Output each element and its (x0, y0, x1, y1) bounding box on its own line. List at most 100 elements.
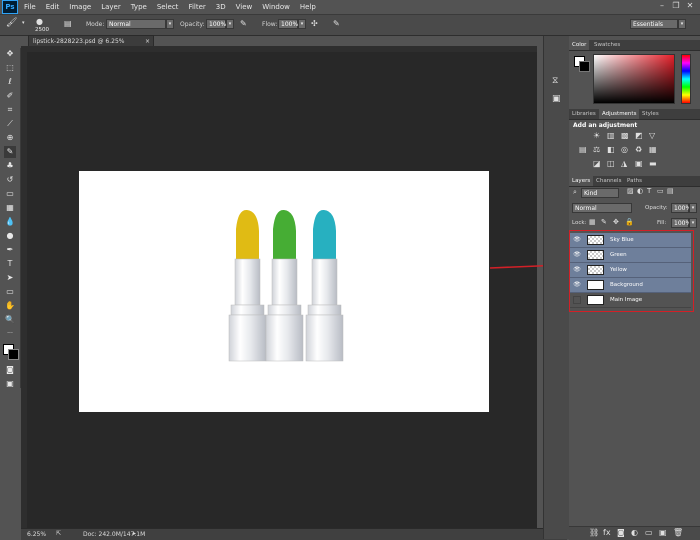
pressure-opacity-icon[interactable]: ✎ (240, 19, 247, 28)
hue-slider[interactable] (681, 54, 691, 104)
restore-icon[interactable]: ❐ (670, 0, 682, 12)
visibility-eye-icon[interactable]: 👁 (573, 281, 581, 289)
lock-transparent-icon[interactable]: ▦ (589, 218, 596, 226)
tab-swatches[interactable]: Swatches (591, 40, 623, 50)
fill-dropdown-icon[interactable]: ▾ (689, 218, 697, 228)
brush-tool-active-icon[interactable]: ✎ (4, 146, 16, 158)
tab-channels[interactable]: Channels (593, 176, 624, 186)
flow-dropdown-icon[interactable]: ▾ (298, 19, 306, 29)
quick-select-tool-icon[interactable]: ✐ (4, 90, 16, 102)
lock-position-icon[interactable]: ✥ (613, 218, 619, 226)
layer-row-green[interactable]: 👁 Green (570, 248, 691, 263)
threshold-icon[interactable]: ◮ (621, 159, 627, 168)
layer-style-icon[interactable]: fx (603, 528, 611, 537)
history-panel-icon[interactable]: ⧖ (552, 76, 558, 86)
menu-file[interactable]: File (24, 3, 36, 11)
workspace-dropdown-icon[interactable]: ▾ (678, 19, 686, 29)
brush-size[interactable]: 2500 (35, 27, 49, 33)
crop-tool-icon[interactable]: ⌗ (4, 104, 16, 116)
type-tool-icon[interactable]: T (4, 258, 16, 270)
channel-mixer-icon[interactable]: ♻ (635, 145, 642, 154)
path-selection-tool-icon[interactable]: ➤ (4, 272, 16, 284)
layer-row-main-image[interactable]: Main Image (570, 293, 691, 308)
clone-stamp-tool-icon[interactable]: ♣ (4, 160, 16, 172)
menu-edit[interactable]: Edit (46, 3, 60, 11)
visibility-eye-icon[interactable]: 👁 (573, 236, 581, 244)
close-icon[interactable]: ✕ (684, 0, 696, 12)
lock-image-icon[interactable]: ✎ (601, 218, 607, 226)
menu-layer[interactable]: Layer (101, 3, 121, 11)
gradient-map-icon[interactable]: ▬ (649, 159, 657, 168)
airbrush-icon[interactable]: ✣ (311, 19, 318, 28)
curves-icon[interactable]: ▩ (621, 131, 629, 140)
blur-tool-icon[interactable]: 💧 (4, 216, 16, 228)
document-canvas[interactable] (79, 171, 489, 412)
visibility-toggle-off[interactable] (573, 296, 581, 304)
history-brush-tool-icon[interactable]: ↺ (4, 174, 16, 186)
tab-paths[interactable]: Paths (624, 176, 645, 186)
fill-input[interactable]: 100% (671, 218, 691, 228)
more-tools-icon[interactable]: ··· (4, 328, 16, 340)
posterize-icon[interactable]: ◫ (607, 159, 615, 168)
quick-mask-icon[interactable]: ◙ (4, 364, 16, 376)
opacity-dropdown-icon[interactable]: ▾ (226, 19, 234, 29)
tab-color[interactable]: Color (569, 40, 590, 50)
link-layers-icon[interactable]: ⛓ (589, 528, 599, 537)
menu-image[interactable]: Image (69, 3, 91, 11)
selective-color-icon[interactable]: ▣ (635, 159, 643, 168)
pressure-size-icon[interactable]: ✎ (333, 19, 340, 28)
menu-window[interactable]: Window (262, 3, 290, 11)
properties-panel-icon[interactable]: ▣ (552, 94, 561, 104)
color-background-swatch[interactable] (579, 61, 590, 72)
filter-type-icon[interactable]: T (647, 187, 651, 195)
lock-all-icon[interactable]: 🔒 (625, 218, 634, 226)
tool-preset-dropdown-icon[interactable]: ▾ (22, 20, 25, 26)
gradient-tool-icon[interactable]: ▦ (4, 202, 16, 214)
menu-help[interactable]: Help (300, 3, 316, 11)
new-layer-icon[interactable]: ▣ (659, 528, 667, 537)
tab-layers[interactable]: Layers (569, 176, 594, 186)
layer-filter-kind[interactable]: Kind (581, 188, 619, 198)
marquee-tool-icon[interactable]: ⬚ (4, 62, 16, 74)
share-icon[interactable]: ⇱ (56, 530, 61, 537)
healing-brush-tool-icon[interactable]: ⊕ (4, 132, 16, 144)
lasso-tool-icon[interactable]: ℓ (4, 76, 16, 88)
mode-dropdown-icon[interactable]: ▾ (166, 19, 174, 29)
pen-tool-icon[interactable]: ✒ (4, 244, 16, 256)
background-color-swatch[interactable] (8, 349, 19, 360)
delete-layer-icon[interactable]: 🗑 (673, 528, 683, 537)
layer-row-sky-blue[interactable]: 👁 Sky Blue (570, 233, 691, 248)
status-menu-icon[interactable]: ▸ (133, 530, 136, 537)
menu-type[interactable]: Type (131, 3, 147, 11)
zoom-tool-icon[interactable]: 🔍 (4, 314, 16, 326)
tab-styles[interactable]: Styles (639, 109, 662, 119)
eraser-tool-icon[interactable]: ▭ (4, 188, 16, 200)
filter-shape-icon[interactable]: ▭ (657, 187, 664, 195)
invert-icon[interactable]: ◪ (593, 159, 601, 168)
brush-panel-icon[interactable]: ▤ (64, 19, 72, 28)
screen-mode-icon[interactable]: ▣ (4, 378, 16, 390)
new-group-icon[interactable]: ▭ (645, 528, 653, 537)
color-picker-field[interactable] (593, 54, 675, 104)
move-tool-icon[interactable]: ✥ (4, 48, 16, 60)
minimize-icon[interactable]: – (656, 0, 668, 12)
brush-tool-icon[interactable]: 🖌 (6, 18, 17, 28)
hand-tool-icon[interactable]: ✋ (4, 300, 16, 312)
document-tab[interactable]: lipstick-2828223.psd @ 6.25% (RGB/8#) × (28, 35, 154, 56)
layer-row-background[interactable]: 👁 Background (570, 278, 691, 293)
color-balance-icon[interactable]: ⚖ (593, 145, 600, 154)
filter-smart-object-icon[interactable]: ▤ (667, 187, 674, 195)
black-white-icon[interactable]: ◧ (607, 145, 615, 154)
levels-icon[interactable]: ▥ (607, 131, 615, 140)
tab-adjustments[interactable]: Adjustments (599, 109, 640, 119)
dodge-tool-icon[interactable]: ● (4, 230, 16, 242)
menu-view[interactable]: View (236, 3, 253, 11)
brush-preset-icon[interactable]: ● (36, 17, 43, 26)
blend-mode-select[interactable]: Normal (572, 203, 632, 213)
adjustment-layer-icon[interactable]: ◐ (631, 528, 638, 537)
zoom-level[interactable]: 6.25% (27, 531, 46, 538)
visibility-eye-icon[interactable]: 👁 (573, 251, 581, 259)
menu-filter[interactable]: Filter (188, 3, 205, 11)
tab-libraries[interactable]: Libraries (569, 109, 599, 119)
photo-filter-icon[interactable]: ◎ (621, 145, 628, 154)
